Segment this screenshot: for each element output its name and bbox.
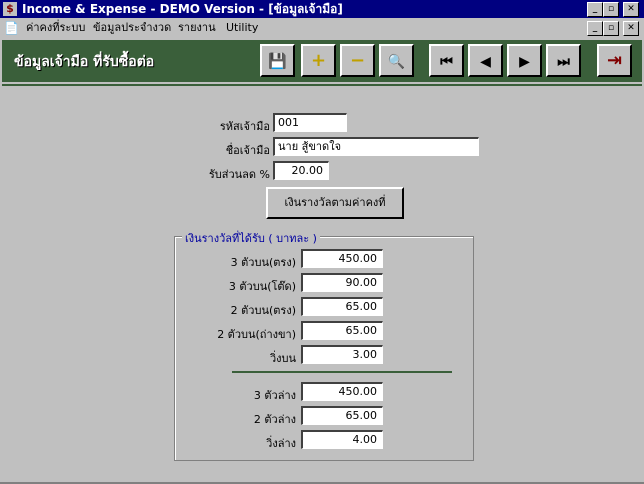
first-icon: ⏮ — [440, 54, 453, 70]
menu-utility[interactable]: Utility — [226, 20, 258, 36]
prize-input-3-lower[interactable]: 450.00 — [301, 382, 383, 401]
code-input[interactable]: 001 — [273, 113, 347, 132]
prize-label: 3 ตัวบน(โต๊ด) — [228, 280, 296, 293]
previous-icon: ◀ — [480, 54, 491, 70]
prize-input-3-upper-tod[interactable]: 90.00 — [301, 273, 383, 292]
discount-label: รับส่วนลด % — [208, 168, 270, 181]
prize-input-2-upper-straight[interactable]: 65.00 — [301, 297, 383, 316]
form-title: ข้อมูลเจ้ามือ ที่รับซื้อต่อ — [14, 54, 155, 70]
add-button[interactable]: + — [301, 44, 336, 77]
prize-label: 2 ตัวล่าง — [253, 413, 296, 426]
next-icon: ▶ — [519, 54, 530, 70]
prize-by-constants-button[interactable]: เงินรางวัลตามค่าคงที่ — [266, 187, 404, 219]
exit-door-icon: ⇥ — [606, 50, 623, 71]
delete-button[interactable]: − — [340, 44, 375, 77]
maximize-button[interactable]: ▫ — [603, 2, 619, 17]
prize-label: 2 ตัวบน(ตรง) — [230, 304, 296, 317]
prize-group-title: เงินรางวัลที่ได้รับ ( บาทละ ) — [182, 229, 320, 247]
header-divider — [2, 84, 642, 86]
prize-label: วิ่งบน — [269, 352, 296, 365]
prize-input-upper-run[interactable]: 3.00 — [301, 345, 383, 364]
app-icon: $ — [3, 2, 17, 16]
close-button[interactable]: ✕ — [623, 2, 639, 17]
code-label: รหัสเจ้ามือ — [219, 120, 270, 133]
form-header: ข้อมูลเจ้ามือ ที่รับซื้อต่อ 💾 + − 🔍 ⏮ ◀ … — [2, 40, 642, 82]
child-restore-button[interactable]: ▫ — [603, 21, 619, 36]
minimize-button[interactable]: _ — [587, 2, 603, 17]
save-button[interactable]: 💾 — [260, 44, 295, 77]
window-title: Income & Expense - DEMO Version - [ข้อมู… — [22, 2, 343, 16]
prize-input-2-upper-spread[interactable]: 65.00 — [301, 321, 383, 340]
prize-label: 3 ตัวล่าง — [253, 389, 296, 402]
previous-record-button[interactable]: ◀ — [468, 44, 503, 77]
name-input[interactable]: นาย สู้ขาดใจ — [273, 137, 479, 156]
child-close-button[interactable]: ✕ — [623, 21, 639, 36]
save-icon: 💾 — [268, 52, 287, 70]
exit-button[interactable]: ⇥ — [597, 44, 632, 77]
child-minimize-button[interactable]: _ — [587, 21, 603, 36]
discount-input[interactable]: 20.00 — [273, 161, 329, 180]
plus-icon: + — [310, 50, 327, 71]
prize-label: วิ่งล่าง — [266, 437, 296, 450]
document-icon: 📄 — [4, 21, 19, 35]
menu-bar: 📄 ค่าคงที่ระบบ ข้อมูลประจำงวด รายงาน Uti… — [0, 18, 644, 38]
menu-period-data[interactable]: ข้อมูลประจำงวด — [93, 20, 171, 36]
prize-label: 3 ตัวบน(ตรง) — [230, 256, 296, 269]
next-record-button[interactable]: ▶ — [507, 44, 542, 77]
minus-icon: − — [349, 50, 366, 71]
prize-input-lower-run[interactable]: 4.00 — [301, 430, 383, 449]
last-icon: ⏭ — [557, 54, 570, 70]
title-bar[interactable]: $ Income & Expense - DEMO Version - [ข้อ… — [0, 0, 644, 18]
prize-input-2-lower[interactable]: 65.00 — [301, 406, 383, 425]
binoculars-icon: 🔍 — [387, 54, 406, 70]
menu-reports[interactable]: รายงาน — [178, 20, 216, 36]
name-label: ชื่อเจ้ามือ — [225, 144, 270, 157]
menu-system-constants[interactable]: ค่าคงที่ระบบ — [26, 20, 85, 36]
first-record-button[interactable]: ⏮ — [429, 44, 464, 77]
prize-input-3-upper-straight[interactable]: 450.00 — [301, 249, 383, 268]
find-button[interactable]: 🔍 — [379, 44, 414, 77]
prize-divider — [232, 371, 452, 373]
prize-label: 2 ตัวบน(ถ่างขา) — [217, 328, 296, 341]
last-record-button[interactable]: ⏭ — [546, 44, 581, 77]
